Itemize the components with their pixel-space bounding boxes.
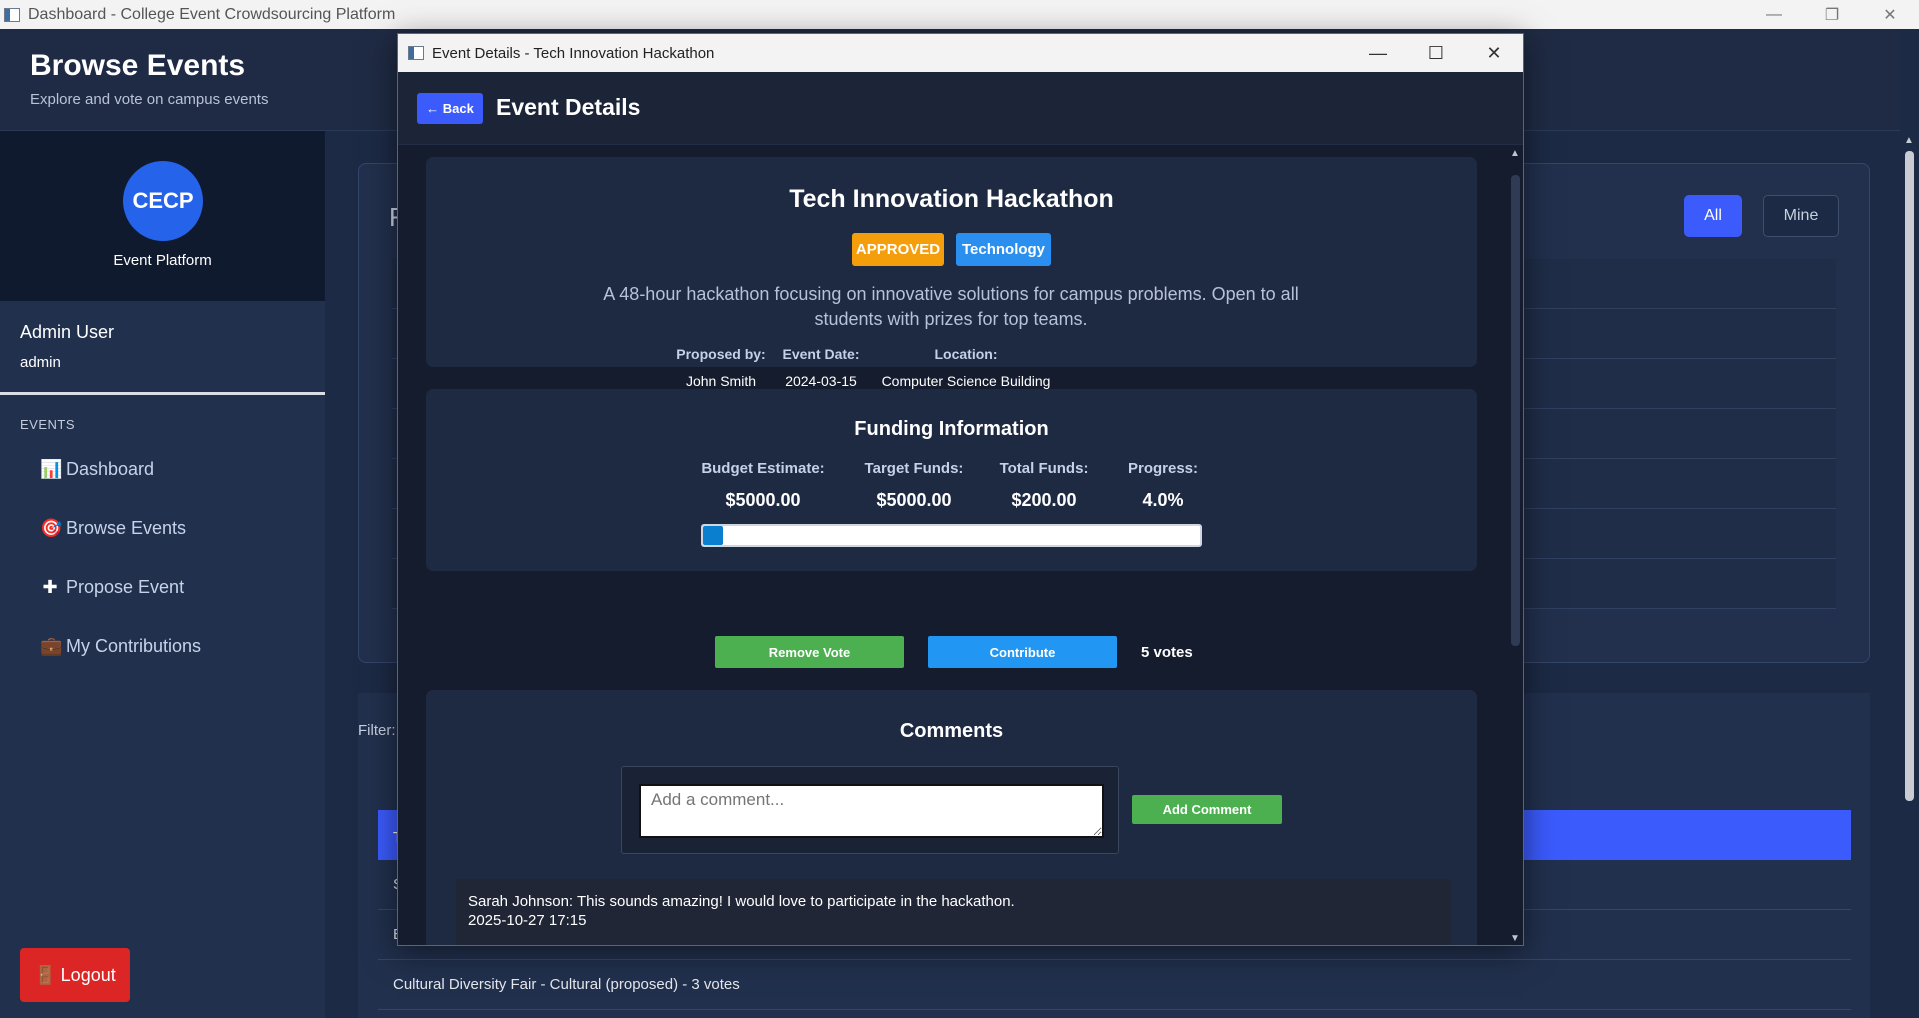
remove-vote-button[interactable]: Remove Vote [715, 636, 904, 668]
target-icon: 🎯 [40, 518, 63, 538]
restore-icon[interactable]: ❐ [1803, 0, 1861, 29]
proposed-by-field: Proposed by: John Smith [671, 346, 771, 389]
dialog-title: Event Details [496, 94, 641, 120]
sidebar-item-propose-event[interactable]: ✚ Propose Event [40, 577, 184, 598]
total-label: Total Funds: [999, 460, 1089, 477]
sidebar-item-label: Browse Events [66, 518, 187, 538]
minimize-icon[interactable]: — [1349, 34, 1407, 72]
comment-text: Sarah Johnson: This sounds amazing! I wo… [468, 893, 1015, 910]
proposed-by-value: John Smith [685, 373, 757, 389]
dialog-window-controls: — ☐ ✕ [1349, 34, 1523, 72]
funding-progress-bar [701, 524, 1202, 547]
user-name: Admin User [20, 322, 115, 342]
list-item[interactable]: Cultural Diversity Fair - Cultural (prop… [378, 960, 1851, 1010]
event-date-field: Event Date: 2024-03-15 [776, 346, 866, 389]
add-comment-button[interactable]: Add Comment [1132, 795, 1282, 824]
status-badge: APPROVED [852, 233, 944, 266]
funding-card: Funding Information Budget Estimate: $50… [426, 389, 1477, 571]
comment-item: Sarah Johnson: This sounds amazing! I wo… [456, 879, 1451, 945]
event-description: A 48-hour hackathon focusing on innovati… [603, 284, 1299, 329]
total-value: $200.00 [1011, 490, 1077, 510]
comments-title: Comments [899, 720, 1004, 742]
progress-fill [703, 526, 723, 545]
proposed-by-label: Proposed by: [676, 346, 766, 362]
progress-label: Progress: [1127, 460, 1199, 477]
app-window-icon [408, 46, 424, 60]
scrollbar-thumb[interactable] [1905, 151, 1914, 801]
total-field: Total Funds: $200.00 [989, 460, 1099, 511]
event-title: Tech Innovation Hackathon [789, 185, 1114, 213]
scrollbar-thumb[interactable] [1511, 175, 1520, 646]
app-window-icon [4, 7, 20, 22]
dialog-window-title: Event Details - Tech Innovation Hackatho… [432, 44, 715, 62]
maximize-icon[interactable]: ☐ [1407, 34, 1465, 72]
brand-logo: CECP [123, 161, 203, 241]
event-details-dialog: Event Details - Tech Innovation Hackatho… [397, 33, 1524, 946]
target-field: Target Funds: $5000.00 [859, 460, 969, 511]
vote-count: 5 votes [1141, 644, 1193, 661]
main-scrollbar[interactable]: ▲ [1900, 131, 1919, 1018]
scroll-down-icon[interactable]: ▼ [1510, 933, 1520, 944]
event-date-value: 2024-03-15 [785, 373, 857, 389]
comment-input[interactable] [639, 784, 1104, 838]
scroll-up-icon[interactable]: ▲ [1904, 135, 1914, 146]
sidebar-item-dashboard[interactable]: 📊 Dashboard [40, 459, 154, 480]
plus-icon: ✚ [42, 577, 58, 597]
main-window-controls: — ❐ ✕ [1745, 0, 1919, 29]
progress-value: 4.0% [1142, 490, 1184, 510]
brand-box: CECP Event Platform [0, 131, 325, 301]
briefcase-icon: 💼 [40, 636, 63, 656]
divider [0, 392, 325, 395]
target-label: Target Funds: [864, 460, 964, 477]
comment-input-wrapper [621, 766, 1119, 854]
chart-icon: 📊 [40, 459, 63, 479]
event-date-label: Event Date: [782, 346, 860, 362]
logout-label: Logout [60, 964, 116, 985]
progress-field: Progress: 4.0% [1123, 460, 1203, 511]
location-field: Location: Computer Science Building [876, 346, 1056, 389]
location-label: Location: [934, 346, 998, 362]
funding-title: Funding Information [854, 418, 1049, 440]
door-icon: 🚪 [34, 964, 57, 985]
sidebar-item-label: My Contributions [66, 636, 202, 656]
list-item-label: Cultural Diversity Fair - Cultural (prop… [393, 976, 740, 993]
dialog-titlebar: Event Details - Tech Innovation Hackatho… [398, 34, 1523, 72]
budget-label: Budget Estimate: [701, 460, 825, 477]
filter-all-button[interactable]: All [1684, 195, 1742, 237]
dialog-scrollbar[interactable]: ▲ ▼ [1505, 145, 1523, 945]
sidebar-item-my-contributions[interactable]: 💼 My Contributions [40, 636, 201, 657]
sidebar-item-label: Propose Event [66, 577, 185, 597]
section-label-events: EVENTS [20, 417, 76, 432]
dialog-body: Tech Innovation Hackathon APPROVED Techn… [398, 145, 1505, 945]
logout-button[interactable]: 🚪 Logout [20, 948, 130, 1002]
event-info-card: Tech Innovation Hackathon APPROVED Techn… [426, 157, 1477, 389]
brand-name: Event Platform [113, 252, 212, 269]
comment-timestamp: 2025-10-27 17:15 [468, 912, 587, 929]
target-value: $5000.00 [876, 490, 952, 510]
category-badge: Technology [956, 233, 1051, 266]
filter-mine-button[interactable]: Mine [1763, 195, 1839, 237]
sidebar-item-label: Dashboard [66, 459, 155, 479]
sidebar-item-browse-events[interactable]: 🎯 Browse Events [40, 518, 186, 539]
back-button[interactable]: ← Back [417, 93, 483, 124]
close-icon[interactable]: ✕ [1861, 0, 1919, 29]
sidebar: CECP Event Platform Admin User admin EVE… [0, 131, 325, 1018]
page-subtitle: Explore and vote on campus events [30, 91, 269, 108]
event-badges: APPROVED Technology [426, 233, 1477, 266]
scroll-up-icon[interactable]: ▲ [1510, 148, 1520, 159]
comments-card: Comments Add Comment Sarah Johnson: This… [426, 690, 1477, 945]
close-icon[interactable]: ✕ [1465, 34, 1523, 72]
contribute-button[interactable]: Contribute [928, 636, 1117, 668]
main-window-titlebar: Dashboard - College Event Crowdsourcing … [0, 0, 1919, 29]
budget-field: Budget Estimate: $5000.00 [698, 460, 828, 511]
filter-label: Filter: [358, 722, 396, 739]
budget-value: $5000.00 [725, 490, 801, 510]
minimize-icon[interactable]: — [1745, 0, 1803, 29]
dialog-header: ← Back Event Details [398, 72, 1523, 145]
page-title: Browse Events [30, 49, 246, 82]
main-window-title: Dashboard - College Event Crowdsourcing … [28, 5, 396, 23]
location-value: Computer Science Building [881, 373, 1051, 389]
user-role: admin [20, 354, 61, 371]
